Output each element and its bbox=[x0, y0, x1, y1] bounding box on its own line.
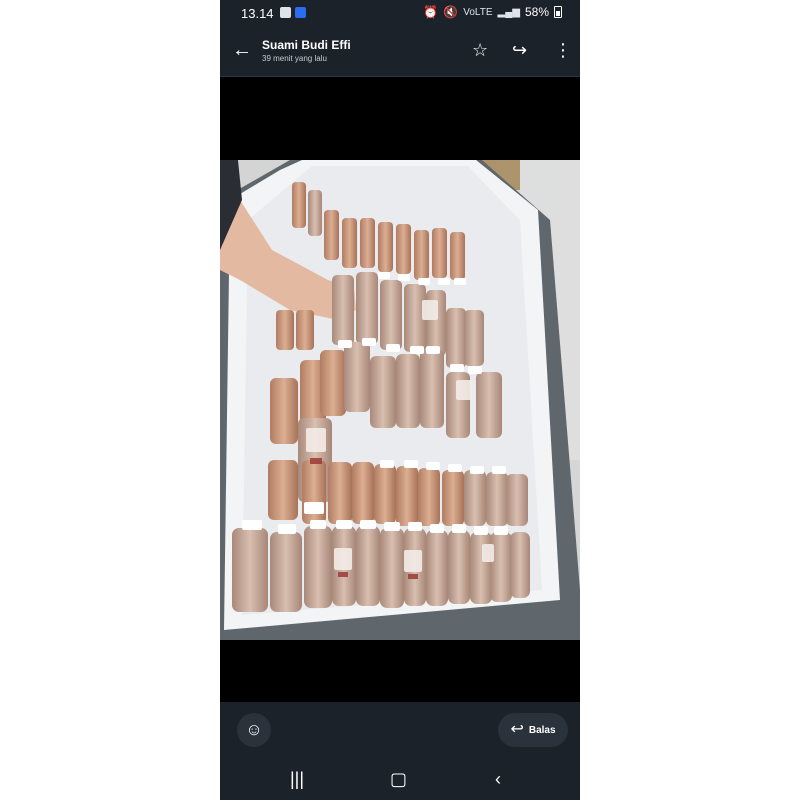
battery-percent: 58% bbox=[524, 5, 549, 19]
gallery-notification-icon bbox=[280, 7, 291, 18]
media-image[interactable] bbox=[220, 160, 580, 640]
contact-name: Suami Budi Effi bbox=[262, 38, 351, 52]
message-actions-bar: ☺ ↩ Balas bbox=[220, 702, 580, 760]
status-right: ⏰ 🔇 VoLTE ▂▄▆ 58% bbox=[423, 5, 562, 19]
phone-screen: 13.14 ⏰ 🔇 VoLTE ▂▄▆ 58% ← Suami Budi Eff… bbox=[220, 0, 580, 800]
battery-icon bbox=[554, 6, 562, 18]
home-icon[interactable]: ▢ bbox=[390, 768, 407, 790]
reply-button[interactable]: ↩ Balas bbox=[498, 713, 568, 747]
emoji-add-icon[interactable]: ☺ bbox=[237, 713, 271, 747]
reply-icon: ↩ bbox=[510, 721, 524, 738]
message-time: 39 menit yang lalu bbox=[262, 54, 327, 63]
alarm-icon: ⏰ bbox=[423, 5, 439, 19]
arrow-left-icon[interactable]: ← bbox=[232, 39, 252, 61]
recent-apps-icon[interactable]: ||| bbox=[290, 768, 304, 790]
mute-icon: 🔇 bbox=[443, 5, 459, 19]
freezer-photo bbox=[220, 160, 580, 640]
more-vert-icon[interactable]: ⋮ bbox=[554, 39, 572, 61]
status-bar: 13.14 ⏰ 🔇 VoLTE ▂▄▆ 58% bbox=[220, 0, 580, 26]
star-icon[interactable]: ☆ bbox=[472, 39, 488, 61]
notification-icons bbox=[280, 7, 306, 18]
back-nav-icon[interactable]: ‹ bbox=[495, 768, 501, 790]
network-indicator: VoLTE bbox=[463, 6, 493, 18]
app-bar: ← Suami Budi Effi 39 menit yang lalu ☆ ↪… bbox=[220, 26, 580, 77]
signal-icon: ▂▄▆ bbox=[497, 6, 520, 18]
system-nav-bar: ||| ▢ ‹ bbox=[220, 760, 580, 800]
forward-icon[interactable]: ↪ bbox=[512, 39, 527, 61]
reply-label: Balas bbox=[528, 724, 556, 736]
status-time: 13.14 bbox=[241, 6, 274, 21]
app-notification-icon bbox=[295, 7, 306, 18]
